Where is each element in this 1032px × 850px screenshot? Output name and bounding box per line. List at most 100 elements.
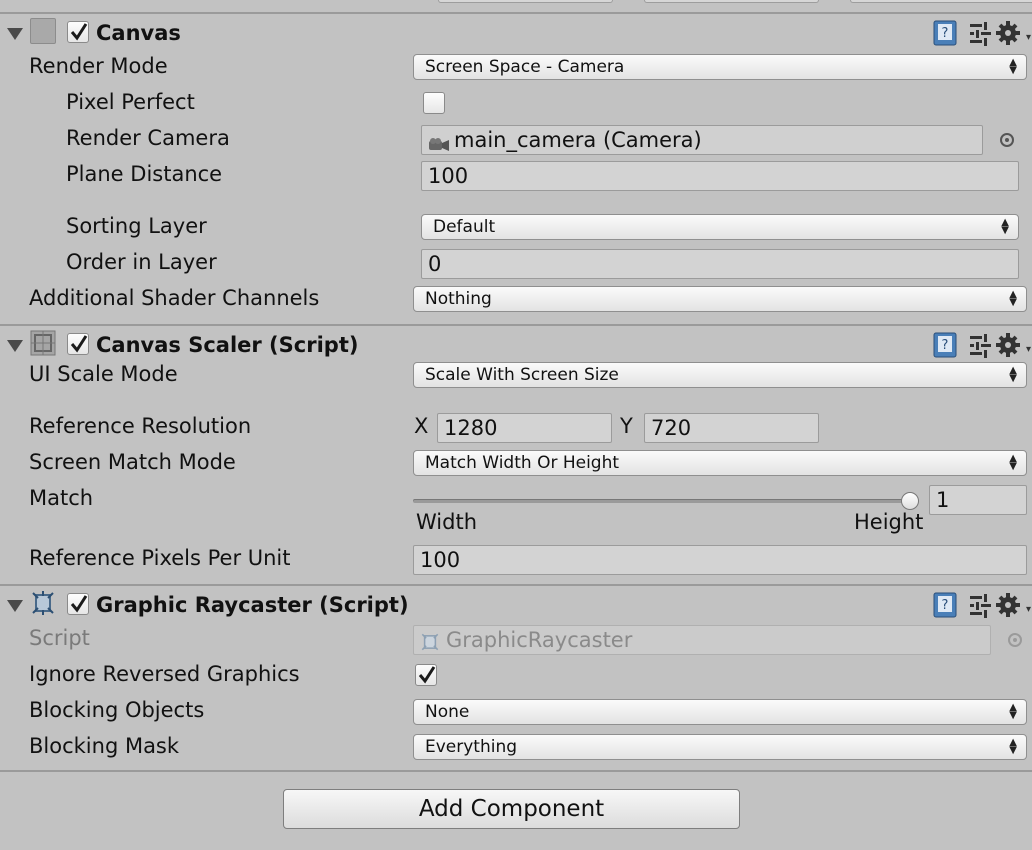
- dropdown-arrows-icon: ▲ ▼: [1009, 702, 1017, 721]
- canvas-title: Canvas: [96, 21, 181, 45]
- ref-res-x-label: X: [414, 414, 429, 438]
- svg-text:▾: ▾: [1026, 604, 1031, 615]
- canvas-header[interactable]: Canvas ? ▾: [0, 16, 1032, 52]
- add-component-button[interactable]: Add Component: [283, 789, 740, 829]
- divider: [0, 770, 1032, 772]
- blocking-objects-dropdown[interactable]: None ▲ ▼: [413, 699, 1027, 725]
- canvas-scaler-enabled-checkbox[interactable]: [67, 333, 89, 355]
- canvas-header-icons: ? ▾: [922, 18, 1032, 48]
- preset-sliders-icon: [970, 594, 991, 618]
- foldout-arrow-icon[interactable]: [7, 28, 23, 40]
- svg-text:?: ?: [942, 338, 949, 353]
- canvas-component-icon: [30, 18, 56, 44]
- preset-sliders-icon: [970, 334, 991, 358]
- sorting-layer-value: Default: [433, 217, 496, 237]
- sorting-layer-dropdown[interactable]: Default ▲ ▼: [421, 214, 1019, 240]
- screen-match-mode-label: Screen Match Mode: [29, 450, 236, 474]
- match-input[interactable]: 1: [929, 485, 1027, 515]
- foldout-arrow-icon[interactable]: [7, 600, 23, 612]
- dropdown-arrows-icon: ▲ ▼: [1009, 289, 1017, 308]
- preset-sliders-icon: [970, 22, 991, 46]
- sorting-layer-label: Sorting Layer: [66, 214, 207, 238]
- render-camera-value: main_camera (Camera): [454, 128, 702, 152]
- order-in-layer-input[interactable]: 0: [421, 249, 1019, 279]
- canvas-scaler-header-icons: ? ▾: [922, 330, 1032, 360]
- render-mode-dropdown[interactable]: Screen Space - Camera ▲ ▼: [413, 54, 1027, 80]
- blocking-mask-dropdown[interactable]: Everything ▲ ▼: [413, 734, 1027, 760]
- dropdown-arrows-icon: ▲ ▼: [1009, 453, 1017, 472]
- svg-text:?: ?: [942, 26, 949, 41]
- gear-icon: ▾: [996, 593, 1031, 617]
- dropdown-arrows-icon: ▲ ▼: [1009, 365, 1017, 384]
- match-slider-track[interactable]: [413, 499, 919, 503]
- ref-pixels-per-unit-label: Reference Pixels Per Unit: [29, 546, 291, 570]
- match-slider-thumb[interactable]: [901, 492, 919, 510]
- canvas-scaler-header[interactable]: Canvas Scaler (Script) ? ▾: [0, 328, 1032, 364]
- shader-channels-value: Nothing: [425, 289, 492, 309]
- render-mode-value: Screen Space - Camera: [425, 57, 625, 77]
- object-picker-icon: [1008, 633, 1022, 647]
- reference-resolution-label: Reference Resolution: [29, 414, 252, 438]
- svg-text:▾: ▾: [1026, 32, 1031, 43]
- blocking-mask-value: Everything: [425, 737, 518, 757]
- gear-icon: ▾: [996, 333, 1031, 357]
- prev-field-1: [438, 0, 613, 3]
- match-max-label: Height: [854, 510, 924, 534]
- help-book-icon: ?: [933, 592, 957, 618]
- gear-icon: ▾: [996, 21, 1031, 45]
- graphic-raycaster-title: Graphic Raycaster (Script): [96, 593, 409, 617]
- ref-res-y-label: Y: [620, 414, 633, 438]
- screen-match-mode-dropdown[interactable]: Match Width Or Height ▲ ▼: [413, 450, 1027, 476]
- pixel-perfect-label: Pixel Perfect: [66, 90, 195, 114]
- prev-field-2: [644, 0, 819, 3]
- graphic-raycaster-header[interactable]: Graphic Raycaster (Script) ? ▾: [0, 588, 1032, 624]
- shader-channels-dropdown[interactable]: Nothing ▲ ▼: [413, 286, 1027, 312]
- dropdown-arrows-icon: ▲ ▼: [1001, 217, 1009, 236]
- graphic-raycaster-enabled-checkbox[interactable]: [67, 593, 89, 615]
- blocking-objects-label: Blocking Objects: [29, 698, 205, 722]
- script-icon: [420, 631, 440, 659]
- help-book-icon: ?: [933, 332, 957, 358]
- dropdown-arrows-icon: ▲ ▼: [1009, 737, 1017, 756]
- foldout-arrow-icon[interactable]: [7, 340, 23, 352]
- pixel-perfect-checkbox[interactable]: [423, 92, 445, 114]
- plane-distance-label: Plane Distance: [66, 162, 223, 186]
- render-camera-field[interactable]: main_camera (Camera): [421, 125, 983, 155]
- render-camera-label: Render Camera: [66, 126, 230, 150]
- script-icon: [30, 590, 56, 616]
- blocking-objects-value: None: [425, 702, 470, 722]
- prev-field-3: [850, 0, 1032, 3]
- canvas-enabled-checkbox[interactable]: [67, 21, 89, 43]
- svg-text:▾: ▾: [1026, 344, 1031, 355]
- shader-channels-label: Additional Shader Channels: [29, 286, 320, 310]
- canvas-scaler-icon: [30, 330, 56, 356]
- ref-pixels-per-unit-input[interactable]: 100: [413, 545, 1027, 575]
- svg-text:?: ?: [942, 598, 949, 613]
- ui-scale-mode-label: UI Scale Mode: [29, 362, 178, 386]
- divider: [0, 12, 1032, 14]
- help-book-icon: ?: [933, 20, 957, 46]
- script-label: Script: [29, 626, 90, 650]
- divider: [0, 584, 1032, 586]
- canvas-scaler-title: Canvas Scaler (Script): [96, 333, 359, 357]
- script-field: GraphicRaycaster: [413, 625, 991, 655]
- ui-scale-mode-value: Scale With Screen Size: [425, 365, 619, 385]
- camera-icon: [428, 132, 450, 160]
- script-value: GraphicRaycaster: [446, 628, 633, 652]
- divider: [0, 324, 1032, 326]
- ui-scale-mode-dropdown[interactable]: Scale With Screen Size ▲ ▼: [413, 362, 1027, 388]
- ignore-reversed-label: Ignore Reversed Graphics: [29, 662, 300, 686]
- graphic-raycaster-header-icons: ? ▾: [922, 590, 1032, 620]
- screen-match-mode-value: Match Width Or Height: [425, 453, 620, 473]
- blocking-mask-label: Blocking Mask: [29, 734, 180, 758]
- match-min-label: Width: [416, 510, 478, 534]
- dropdown-arrows-icon: ▲ ▼: [1009, 57, 1017, 76]
- object-picker-icon[interactable]: [1000, 133, 1014, 147]
- ignore-reversed-checkbox[interactable]: [415, 664, 437, 686]
- order-in-layer-label: Order in Layer: [66, 250, 217, 274]
- match-label: Match: [29, 486, 94, 510]
- ref-res-y-input[interactable]: 720: [644, 413, 819, 443]
- render-mode-label: Render Mode: [29, 54, 168, 78]
- plane-distance-input[interactable]: 100: [421, 161, 1019, 191]
- ref-res-x-input[interactable]: 1280: [437, 413, 612, 443]
